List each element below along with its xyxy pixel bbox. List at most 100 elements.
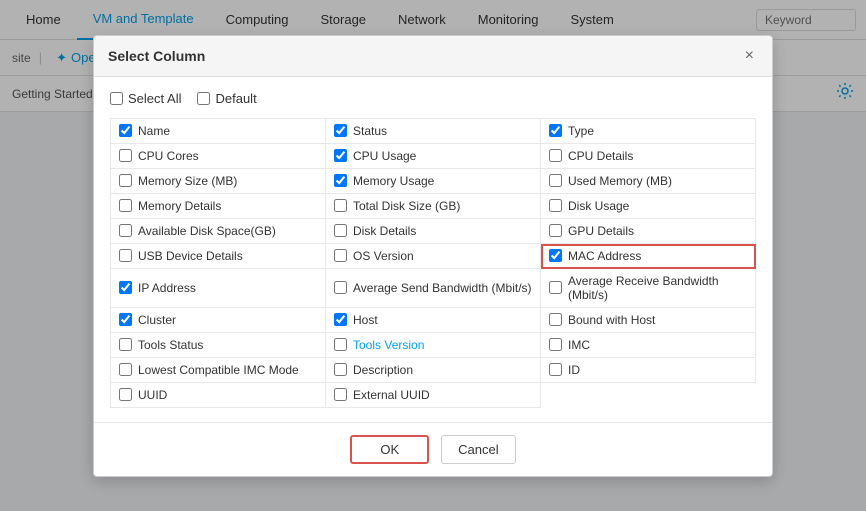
column-checkbox-17[interactable] [549,249,562,262]
column-label-24: Tools Status [138,338,203,352]
column-label-14: GPU Details [568,224,634,238]
column-item-2[interactable]: Type [541,119,756,144]
column-label-15: USB Device Details [138,249,243,263]
modal-overlay: Select Column × Select All Default Name S… [0,0,866,511]
column-label-12: Available Disk Space(GB) [138,224,276,238]
column-label-9: Memory Details [138,199,221,213]
column-checkbox-13[interactable] [334,224,347,237]
select-all-label: Select All [128,91,181,106]
column-checkbox-6[interactable] [119,174,132,187]
column-item-4[interactable]: CPU Usage [326,144,541,169]
column-label-25: Tools Version [353,338,424,352]
column-checkbox-25[interactable] [334,338,347,351]
column-item-1[interactable]: Status [326,119,541,144]
column-item-26[interactable]: IMC [541,333,756,358]
column-checkbox-26[interactable] [549,338,562,351]
top-checkboxes: Select All Default [110,91,756,106]
column-item-11[interactable]: Disk Usage [541,194,756,219]
column-checkbox-29[interactable] [549,363,562,376]
column-checkbox-31[interactable] [334,388,347,401]
column-item-3[interactable]: CPU Cores [111,144,326,169]
column-label-19: Average Send Bandwidth (Mbit/s) [353,281,532,295]
column-item-6[interactable]: Memory Size (MB) [111,169,326,194]
column-label-2: Type [568,124,594,138]
column-item-10[interactable]: Total Disk Size (GB) [326,194,541,219]
column-label-7: Memory Usage [353,174,434,188]
column-checkbox-9[interactable] [119,199,132,212]
column-label-10: Total Disk Size (GB) [353,199,460,213]
column-item-14[interactable]: GPU Details [541,219,756,244]
column-item-0[interactable]: Name [111,119,326,144]
column-checkbox-28[interactable] [334,363,347,376]
column-item-28[interactable]: Description [326,358,541,383]
column-label-17: MAC Address [568,249,641,263]
column-checkbox-7[interactable] [334,174,347,187]
select-all-checkbox-label[interactable]: Select All [110,91,181,106]
column-checkbox-14[interactable] [549,224,562,237]
dialog-footer: OK Cancel [94,422,772,476]
column-label-26: IMC [568,338,590,352]
column-item-12[interactable]: Available Disk Space(GB) [111,219,326,244]
column-item-21[interactable]: Cluster [111,308,326,333]
column-item-18[interactable]: IP Address [111,269,326,308]
column-label-13: Disk Details [353,224,416,238]
column-label-29: ID [568,363,580,377]
column-checkbox-30[interactable] [119,388,132,401]
column-checkbox-2[interactable] [549,124,562,137]
column-item-25[interactable]: Tools Version [326,333,541,358]
default-checkbox[interactable] [197,92,210,105]
column-checkbox-8[interactable] [549,174,562,187]
column-checkbox-20[interactable] [549,281,562,294]
column-label-27: Lowest Compatible IMC Mode [138,363,299,377]
column-checkbox-23[interactable] [549,313,562,326]
column-item-19[interactable]: Average Send Bandwidth (Mbit/s) [326,269,541,308]
column-item-7[interactable]: Memory Usage [326,169,541,194]
column-label-23: Bound with Host [568,313,655,327]
column-item-23[interactable]: Bound with Host [541,308,756,333]
default-checkbox-label[interactable]: Default [197,91,256,106]
cancel-button[interactable]: Cancel [441,435,515,464]
column-checkbox-22[interactable] [334,313,347,326]
column-checkbox-4[interactable] [334,149,347,162]
column-checkbox-3[interactable] [119,149,132,162]
column-label-1: Status [353,124,387,138]
ok-button[interactable]: OK [350,435,429,464]
select-column-dialog: Select Column × Select All Default Name S… [93,35,773,477]
column-checkbox-10[interactable] [334,199,347,212]
dialog-header: Select Column × [94,36,772,77]
column-label-20: Average Receive Bandwidth (Mbit/s) [568,274,747,302]
column-label-6: Memory Size (MB) [138,174,237,188]
column-item-31[interactable]: External UUID [326,383,541,408]
close-button[interactable]: × [741,46,758,66]
column-checkbox-15[interactable] [119,249,132,262]
column-checkbox-1[interactable] [334,124,347,137]
column-item-27[interactable]: Lowest Compatible IMC Mode [111,358,326,383]
column-checkbox-11[interactable] [549,199,562,212]
column-item-24[interactable]: Tools Status [111,333,326,358]
column-item-13[interactable]: Disk Details [326,219,541,244]
column-label-16: OS Version [353,249,414,263]
column-item-8[interactable]: Used Memory (MB) [541,169,756,194]
column-item-17[interactable]: MAC Address [541,244,756,269]
column-item-5[interactable]: CPU Details [541,144,756,169]
column-label-22: Host [353,313,378,327]
column-checkbox-19[interactable] [334,281,347,294]
column-checkbox-12[interactable] [119,224,132,237]
default-label: Default [215,91,256,106]
column-checkbox-16[interactable] [334,249,347,262]
select-all-checkbox[interactable] [110,92,123,105]
column-checkbox-18[interactable] [119,281,132,294]
column-checkbox-5[interactable] [549,149,562,162]
column-item-9[interactable]: Memory Details [111,194,326,219]
column-checkbox-27[interactable] [119,363,132,376]
column-checkbox-0[interactable] [119,124,132,137]
column-item-20[interactable]: Average Receive Bandwidth (Mbit/s) [541,269,756,308]
column-item-30[interactable]: UUID [111,383,326,408]
column-checkbox-21[interactable] [119,313,132,326]
column-item-29[interactable]: ID [541,358,756,383]
column-checkbox-24[interactable] [119,338,132,351]
column-item-16[interactable]: OS Version [326,244,541,269]
column-label-5: CPU Details [568,149,633,163]
column-item-22[interactable]: Host [326,308,541,333]
column-item-15[interactable]: USB Device Details [111,244,326,269]
